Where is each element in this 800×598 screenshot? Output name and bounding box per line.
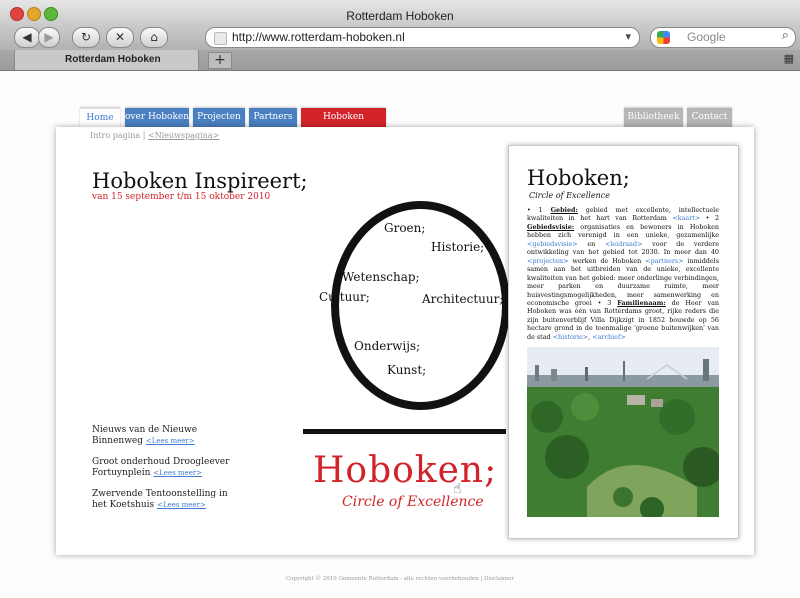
tab-bar: Rotterdam Hoboken + ▦ bbox=[0, 50, 800, 71]
site-favicon-icon bbox=[214, 32, 227, 45]
nav-tab-hoboken-inspireert[interactable]: Hoboken Inspireert bbox=[301, 108, 386, 141]
keyword-gebied: Gebied: bbox=[550, 206, 578, 214]
search-field[interactable]: Google ⌕ bbox=[650, 27, 796, 48]
text: • 1 bbox=[527, 206, 551, 214]
home-icon: ⌂ bbox=[150, 30, 158, 44]
text: werken de Hoboken bbox=[568, 256, 646, 265]
page-footer: Copyright © 2010 Gemeente Rotterdam - al… bbox=[285, 576, 515, 582]
keyword-gebiedsvisie: Gebiedsvisie: bbox=[527, 222, 575, 231]
news-item: Nieuws van de Nieuwe Binnenweg <Lees mee… bbox=[92, 425, 242, 447]
read-more-link[interactable]: <Lees meer> bbox=[153, 469, 202, 477]
news-item: Groot onderhoud Droogleever Fortuynplein… bbox=[92, 457, 242, 479]
link-partners[interactable]: <partners> bbox=[645, 257, 683, 265]
text: • 2 bbox=[700, 214, 720, 223]
reload-icon: ↻ bbox=[80, 30, 92, 44]
text: en bbox=[577, 239, 605, 248]
info-sidebar: Hoboken; Circle of Excellence • 1 Gebied… bbox=[508, 145, 739, 539]
home-button[interactable]: ⌂ bbox=[140, 27, 168, 48]
nav-tab-partners[interactable]: Partners bbox=[249, 108, 297, 127]
link-kaart[interactable]: <kaart> bbox=[672, 214, 700, 222]
forward-button[interactable]: ▶ bbox=[38, 27, 60, 48]
hoboken-logo[interactable]: Hoboken; bbox=[313, 450, 497, 491]
browser-tab-active[interactable]: Rotterdam Hoboken bbox=[14, 50, 199, 70]
circle-word-architectuur: Architectuur; bbox=[422, 292, 504, 306]
stop-button[interactable]: ✕ bbox=[106, 27, 134, 48]
read-more-link[interactable]: <Lees meer> bbox=[157, 501, 206, 509]
breadcrumb-separator: | bbox=[142, 131, 146, 140]
link-archief[interactable]: <archief> bbox=[592, 333, 625, 341]
hand-cursor-icon: ☝ bbox=[453, 481, 462, 497]
page-title: Hoboken Inspireert; bbox=[92, 169, 308, 193]
link-projecten[interactable]: <projecten> bbox=[527, 257, 569, 265]
sidebar-title: Hoboken; bbox=[527, 166, 630, 190]
search-placeholder: Google bbox=[687, 30, 726, 44]
window-title: Rotterdam Hoboken bbox=[346, 9, 454, 23]
link-gebiedsvisie[interactable]: <gebiedsvisie> bbox=[527, 240, 578, 248]
address-dropdown-icon[interactable]: ▾ bbox=[625, 30, 631, 43]
divider-line bbox=[303, 429, 506, 434]
breadcrumb: Intro pagina | <Nieuwspagina> bbox=[90, 131, 219, 140]
stop-icon: ✕ bbox=[114, 30, 126, 44]
new-tab-button[interactable]: + bbox=[208, 52, 232, 69]
reload-button[interactable]: ↻ bbox=[72, 27, 100, 48]
link-leidraad[interactable]: <leidraad> bbox=[605, 240, 642, 248]
hoboken-tagline: Circle of Excellence bbox=[342, 494, 484, 510]
link-historie[interactable]: <historie> bbox=[553, 333, 588, 341]
tab-menu-icon[interactable]: ▦ bbox=[784, 52, 794, 65]
read-more-link[interactable]: <Lees meer> bbox=[146, 437, 195, 445]
nav-tab-over-hoboken[interactable]: over Hoboken bbox=[125, 108, 189, 127]
browser-toolbar: ◀ ▶ ↻ ✕ ⌂ http://www.rotterdam-hoboken.n… bbox=[0, 24, 800, 50]
aerial-city-photo bbox=[527, 347, 719, 517]
circle-word-groen: Groen; bbox=[384, 221, 426, 235]
back-arrow-icon: ◀ bbox=[22, 30, 32, 44]
circle-word-cultuur: Cultuur; bbox=[319, 290, 370, 304]
nav-tab-contact[interactable]: Contact bbox=[687, 108, 732, 127]
nav-tab-home[interactable]: Home bbox=[80, 108, 120, 128]
nav-tab-bibliotheek[interactable]: Bibliotheek bbox=[624, 108, 683, 127]
circle-word-kunst: Kunst; bbox=[387, 363, 427, 377]
web-page: Home over Hoboken Projecten Partners Hob… bbox=[0, 71, 800, 598]
sidebar-subtitle: Circle of Excellence bbox=[529, 191, 610, 200]
news-item: Zwervende Tentoonstelling in het Koetshu… bbox=[92, 489, 242, 511]
event-date: van 15 september t/m 15 oktober 2010 bbox=[92, 192, 271, 202]
nav-tab-projecten[interactable]: Projecten bbox=[193, 108, 245, 127]
search-icon[interactable]: ⌕ bbox=[782, 28, 789, 43]
breadcrumb-intro-link[interactable]: Intro pagina bbox=[90, 131, 140, 140]
sidebar-text: • 1 Gebied: gebied met excellente, intel… bbox=[527, 206, 719, 341]
keyword-familienaam: Familienaam: bbox=[617, 298, 666, 307]
circle-word-wetenschap: Wetenschap; bbox=[342, 270, 420, 284]
google-logo-icon bbox=[657, 31, 670, 44]
breadcrumb-news-link[interactable]: <Nieuwspagina> bbox=[148, 131, 219, 140]
circle-word-historie: Historie; bbox=[431, 240, 485, 254]
address-url: http://www.rotterdam-hoboken.nl bbox=[232, 30, 405, 44]
forward-arrow-icon: ▶ bbox=[44, 30, 54, 44]
address-bar[interactable]: http://www.rotterdam-hoboken.nl ▾ bbox=[205, 27, 640, 48]
circle-word-onderwijs: Onderwijs; bbox=[354, 339, 421, 353]
browser-window: Rotterdam Hoboken ◀ ▶ ↻ ✕ ⌂ http://www.r… bbox=[0, 0, 800, 598]
back-button[interactable]: ◀ bbox=[14, 27, 40, 48]
